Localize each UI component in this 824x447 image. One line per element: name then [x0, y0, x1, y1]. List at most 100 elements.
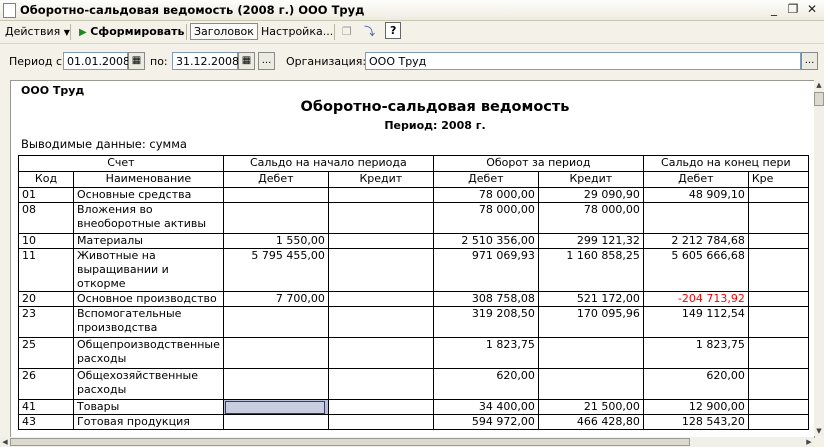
- period-to-field[interactable]: 31.12.2008: [172, 52, 239, 70]
- cell-name[interactable]: Животные на выращивании и откорме: [73, 248, 224, 292]
- cell-turnover-debit[interactable]: 2 510 356,00: [432, 233, 539, 249]
- cell-turnover-debit[interactable]: 594 972,00: [432, 414, 539, 430]
- scroll-left-icon[interactable]: ◀: [0, 437, 10, 447]
- calendar-icon[interactable]: ▦: [128, 52, 145, 70]
- cell-closing-debit[interactable]: 5 605 666,68: [642, 248, 749, 292]
- cell-opening-debit[interactable]: [222, 368, 329, 400]
- cell-closing-debit[interactable]: -204 713,92: [642, 291, 749, 307]
- cell-closing-debit[interactable]: 12 900,00: [642, 399, 749, 415]
- cell-turnover-credit[interactable]: 170 095,96: [537, 306, 644, 338]
- actions-menu[interactable]: Действия ▼: [2, 23, 73, 40]
- cell-turnover-debit[interactable]: 971 069,93: [432, 248, 539, 292]
- cell-opening-credit[interactable]: [327, 187, 434, 203]
- scroll-right-icon[interactable]: ▶: [804, 437, 814, 447]
- cell-code[interactable]: 23: [18, 306, 74, 338]
- cell-code[interactable]: 41: [18, 399, 74, 415]
- horizontal-scrollbar[interactable]: ◀ ▶: [0, 437, 814, 447]
- cell-closing-credit[interactable]: [747, 291, 809, 307]
- cell-opening-debit[interactable]: 1 550,00: [222, 233, 329, 249]
- cell-turnover-credit[interactable]: 521 172,00: [537, 291, 644, 307]
- expand-icon[interactable]: ⤵: [361, 23, 378, 40]
- cell-code[interactable]: 08: [18, 202, 74, 234]
- copy-icon[interactable]: ❐: [339, 23, 355, 40]
- settings-button[interactable]: Настройка...: [258, 23, 336, 40]
- cell-closing-credit[interactable]: [747, 368, 809, 400]
- cell-turnover-debit[interactable]: 308 758,08: [432, 291, 539, 307]
- table-row[interactable]: 25 Общепроизводственные расходы 1 823,75…: [18, 337, 809, 369]
- cell-opening-credit[interactable]: [327, 248, 434, 292]
- selected-cell[interactable]: [222, 399, 329, 415]
- table-row[interactable]: 20 Основное производство 7 700,00 308 75…: [18, 291, 809, 307]
- cell-turnover-debit[interactable]: 34 400,00: [432, 399, 539, 415]
- cell-closing-credit[interactable]: [747, 202, 809, 234]
- generate-button[interactable]: ▶ Сформировать: [76, 23, 187, 40]
- cell-code[interactable]: 43: [18, 414, 74, 430]
- scroll-thumb[interactable]: [10, 438, 690, 446]
- cell-opening-debit[interactable]: [222, 337, 329, 369]
- cell-opening-credit[interactable]: [327, 368, 434, 400]
- cell-name[interactable]: Вложения во внеоборотные активы: [73, 202, 224, 234]
- cell-name[interactable]: Основные средства: [73, 187, 224, 203]
- cell-name[interactable]: Вспомогательные производства: [73, 306, 224, 338]
- cell-closing-credit[interactable]: [747, 414, 809, 430]
- cell-turnover-debit[interactable]: 78 000,00: [432, 202, 539, 234]
- cell-turnover-credit[interactable]: 466 428,80: [537, 414, 644, 430]
- cell-closing-debit[interactable]: 620,00: [642, 368, 749, 400]
- calendar-icon[interactable]: ▦: [238, 52, 255, 70]
- cell-closing-debit[interactable]: 2 212 784,68: [642, 233, 749, 249]
- cell-code[interactable]: 20: [18, 291, 74, 307]
- vertical-scrollbar[interactable]: ▲ ▼: [814, 80, 824, 436]
- cell-name[interactable]: Общепроизводственные расходы: [73, 337, 224, 369]
- cell-closing-credit[interactable]: [747, 233, 809, 249]
- cell-turnover-credit[interactable]: [537, 368, 644, 400]
- cell-name[interactable]: Основное производство: [73, 291, 224, 307]
- cell-opening-credit[interactable]: [327, 414, 434, 430]
- cell-closing-credit[interactable]: [747, 337, 809, 369]
- scroll-up-icon[interactable]: ▲: [814, 80, 824, 90]
- cell-closing-debit[interactable]: 48 909,10: [642, 187, 749, 203]
- cell-opening-credit[interactable]: [327, 291, 434, 307]
- cell-opening-credit[interactable]: [327, 306, 434, 338]
- table-row[interactable]: 11 Животные на выращивании и откорме 5 7…: [18, 248, 809, 292]
- cell-name[interactable]: Общехозяйственные расходы: [73, 368, 224, 400]
- cell-cursor[interactable]: [224, 401, 325, 414]
- cell-closing-debit[interactable]: [642, 202, 749, 234]
- org-select-button[interactable]: ...: [801, 52, 818, 70]
- cell-opening-debit[interactable]: 7 700,00: [222, 291, 329, 307]
- cell-opening-credit[interactable]: [327, 233, 434, 249]
- cell-turnover-credit[interactable]: 78 000,00: [537, 202, 644, 234]
- close-icon[interactable]: ✕: [804, 2, 820, 17]
- cell-turnover-debit[interactable]: 1 823,75: [432, 337, 539, 369]
- cell-turnover-credit[interactable]: 21 500,00: [537, 399, 644, 415]
- cell-closing-debit[interactable]: 1 823,75: [642, 337, 749, 369]
- table-row[interactable]: 41 Товары 34 400,00 21 500,00 12 900,00: [18, 399, 809, 415]
- help-icon[interactable]: ?: [385, 22, 402, 39]
- cell-name[interactable]: Готовая продукция: [73, 414, 224, 430]
- table-row[interactable]: 23 Вспомогательные производства 319 208,…: [18, 306, 809, 338]
- period-from-field[interactable]: 01.01.2008: [63, 52, 130, 70]
- cell-opening-debit[interactable]: [222, 306, 329, 338]
- table-row[interactable]: 10 Материалы 1 550,00 2 510 356,00 299 1…: [18, 233, 809, 249]
- cell-turnover-credit[interactable]: 1 160 858,25: [537, 248, 644, 292]
- cell-code[interactable]: 11: [18, 248, 74, 292]
- cell-opening-credit[interactable]: [327, 337, 434, 369]
- header-toggle-button[interactable]: Заголовок: [190, 23, 258, 40]
- cell-code[interactable]: 01: [18, 187, 74, 203]
- cell-turnover-credit[interactable]: 29 090,90: [537, 187, 644, 203]
- cell-code[interactable]: 25: [18, 337, 74, 369]
- cell-turnover-debit[interactable]: 78 000,00: [432, 187, 539, 203]
- cell-closing-debit[interactable]: 128 543,20: [642, 414, 749, 430]
- table-row[interactable]: 43 Готовая продукция 594 972,00 466 428,…: [18, 414, 809, 430]
- cell-opening-debit[interactable]: [222, 187, 329, 203]
- cell-turnover-debit[interactable]: 620,00: [432, 368, 539, 400]
- cell-closing-credit[interactable]: [747, 187, 809, 203]
- scroll-thumb[interactable]: [814, 92, 824, 106]
- cell-closing-debit[interactable]: 149 112,54: [642, 306, 749, 338]
- cell-name[interactable]: Товары: [73, 399, 224, 415]
- org-field[interactable]: ООО Труд: [365, 52, 801, 70]
- cell-name[interactable]: Материалы: [73, 233, 224, 249]
- table-row[interactable]: 01 Основные средства 78 000,00 29 090,90…: [18, 187, 809, 203]
- period-select-button[interactable]: ...: [258, 52, 275, 70]
- cell-closing-credit[interactable]: [747, 306, 809, 338]
- cell-opening-debit[interactable]: 5 795 455,00: [222, 248, 329, 292]
